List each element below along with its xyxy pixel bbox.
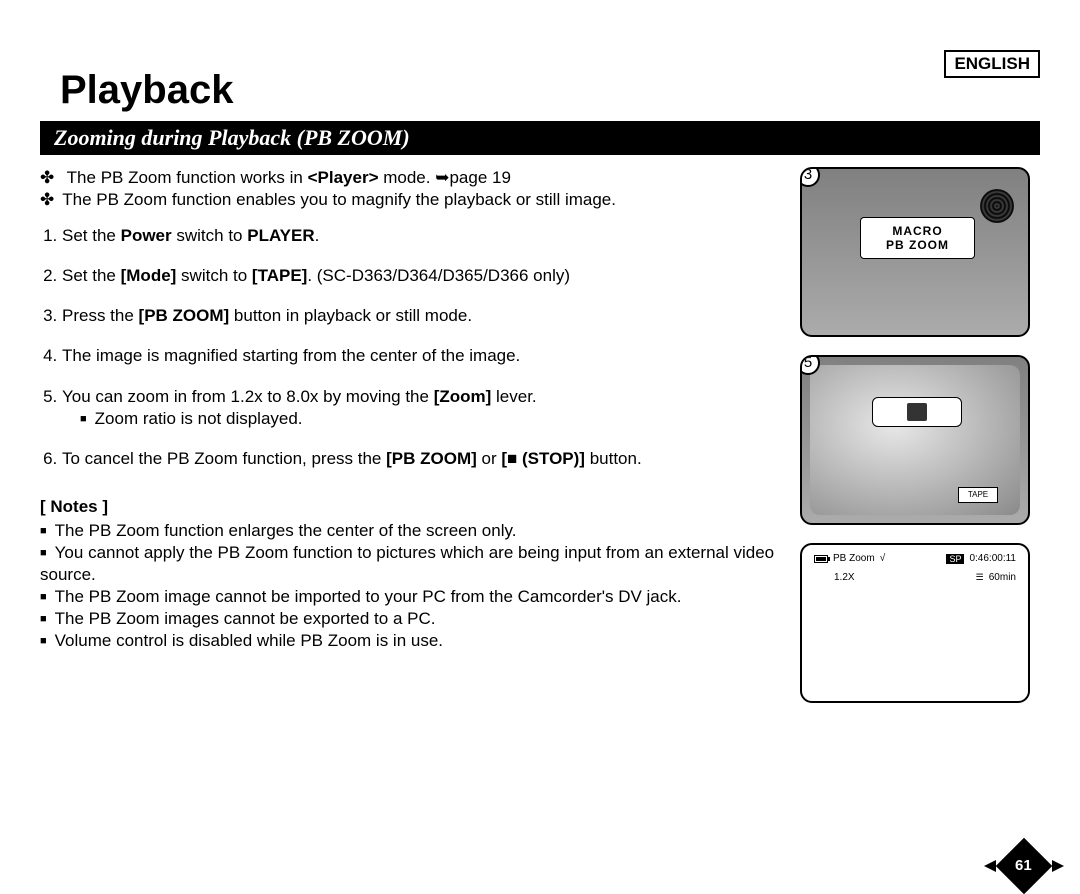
step-6: To cancel the PB Zoom function, press th… bbox=[62, 448, 780, 470]
battery-icon bbox=[814, 555, 828, 563]
note-4: The PB Zoom images cannot be exported to… bbox=[40, 608, 780, 630]
tape-label: TAPE bbox=[958, 487, 998, 503]
lens-icon bbox=[980, 189, 1014, 223]
note-5: Volume control is disabled while PB Zoom… bbox=[40, 630, 780, 652]
lcd-pbzoom-label: PB Zoom bbox=[833, 553, 875, 564]
intro-line-1: The PB Zoom function works in <Player> m… bbox=[40, 167, 780, 189]
note-3: The PB Zoom image cannot be imported to … bbox=[40, 586, 780, 608]
notes-heading: [ Notes ] bbox=[40, 496, 780, 518]
step-2: Set the [Mode] switch to [TAPE]. (SC-D36… bbox=[62, 265, 780, 287]
step-5-sub: Zoom ratio is not displayed. bbox=[80, 408, 780, 430]
step-4: The image is magnified starting from the… bbox=[62, 345, 780, 367]
note-1: The PB Zoom function enlarges the center… bbox=[40, 520, 780, 542]
step-3: Press the [PB ZOOM] button in playback o… bbox=[62, 305, 780, 327]
illustration-column: 3 MACRO PB ZOOM 5 TAPE PB Zoom √ SP bbox=[800, 167, 1040, 721]
language-label: ENGLISH bbox=[944, 50, 1040, 78]
figure-5: 5 TAPE bbox=[800, 355, 1030, 525]
section-heading: Zooming during Playback (PB ZOOM) bbox=[40, 121, 1040, 155]
lcd-remaining: 60min bbox=[989, 572, 1016, 583]
figure-3-number: 3 bbox=[800, 167, 820, 187]
tape-icon bbox=[976, 572, 984, 583]
lcd-timecode: 0:46:00:11 bbox=[969, 553, 1016, 564]
intro-line-2: The PB Zoom function enables you to magn… bbox=[40, 189, 780, 211]
step-1: Set the Power switch to PLAYER. bbox=[62, 225, 780, 247]
step-5: You can zoom in from 1.2x to 8.0x by mov… bbox=[62, 386, 780, 430]
play-icon: √ bbox=[880, 553, 886, 564]
lcd-zoom-ratio: 1.2X bbox=[834, 572, 855, 583]
pb-zoom-button-label: MACRO PB ZOOM bbox=[860, 217, 975, 259]
lcd-screen: PB Zoom √ SP 0:46:00:11 1.2X 60min bbox=[800, 543, 1030, 703]
figure-3: 3 MACRO PB ZOOM bbox=[800, 167, 1030, 337]
sp-badge: SP bbox=[946, 554, 964, 564]
body-text: The PB Zoom function works in <Player> m… bbox=[40, 167, 800, 721]
page-title: Playback bbox=[60, 68, 1050, 113]
note-2: You cannot apply the PB Zoom function to… bbox=[40, 542, 780, 586]
zoom-lever-icon bbox=[872, 397, 962, 427]
page-number: 61 bbox=[1015, 857, 1032, 874]
